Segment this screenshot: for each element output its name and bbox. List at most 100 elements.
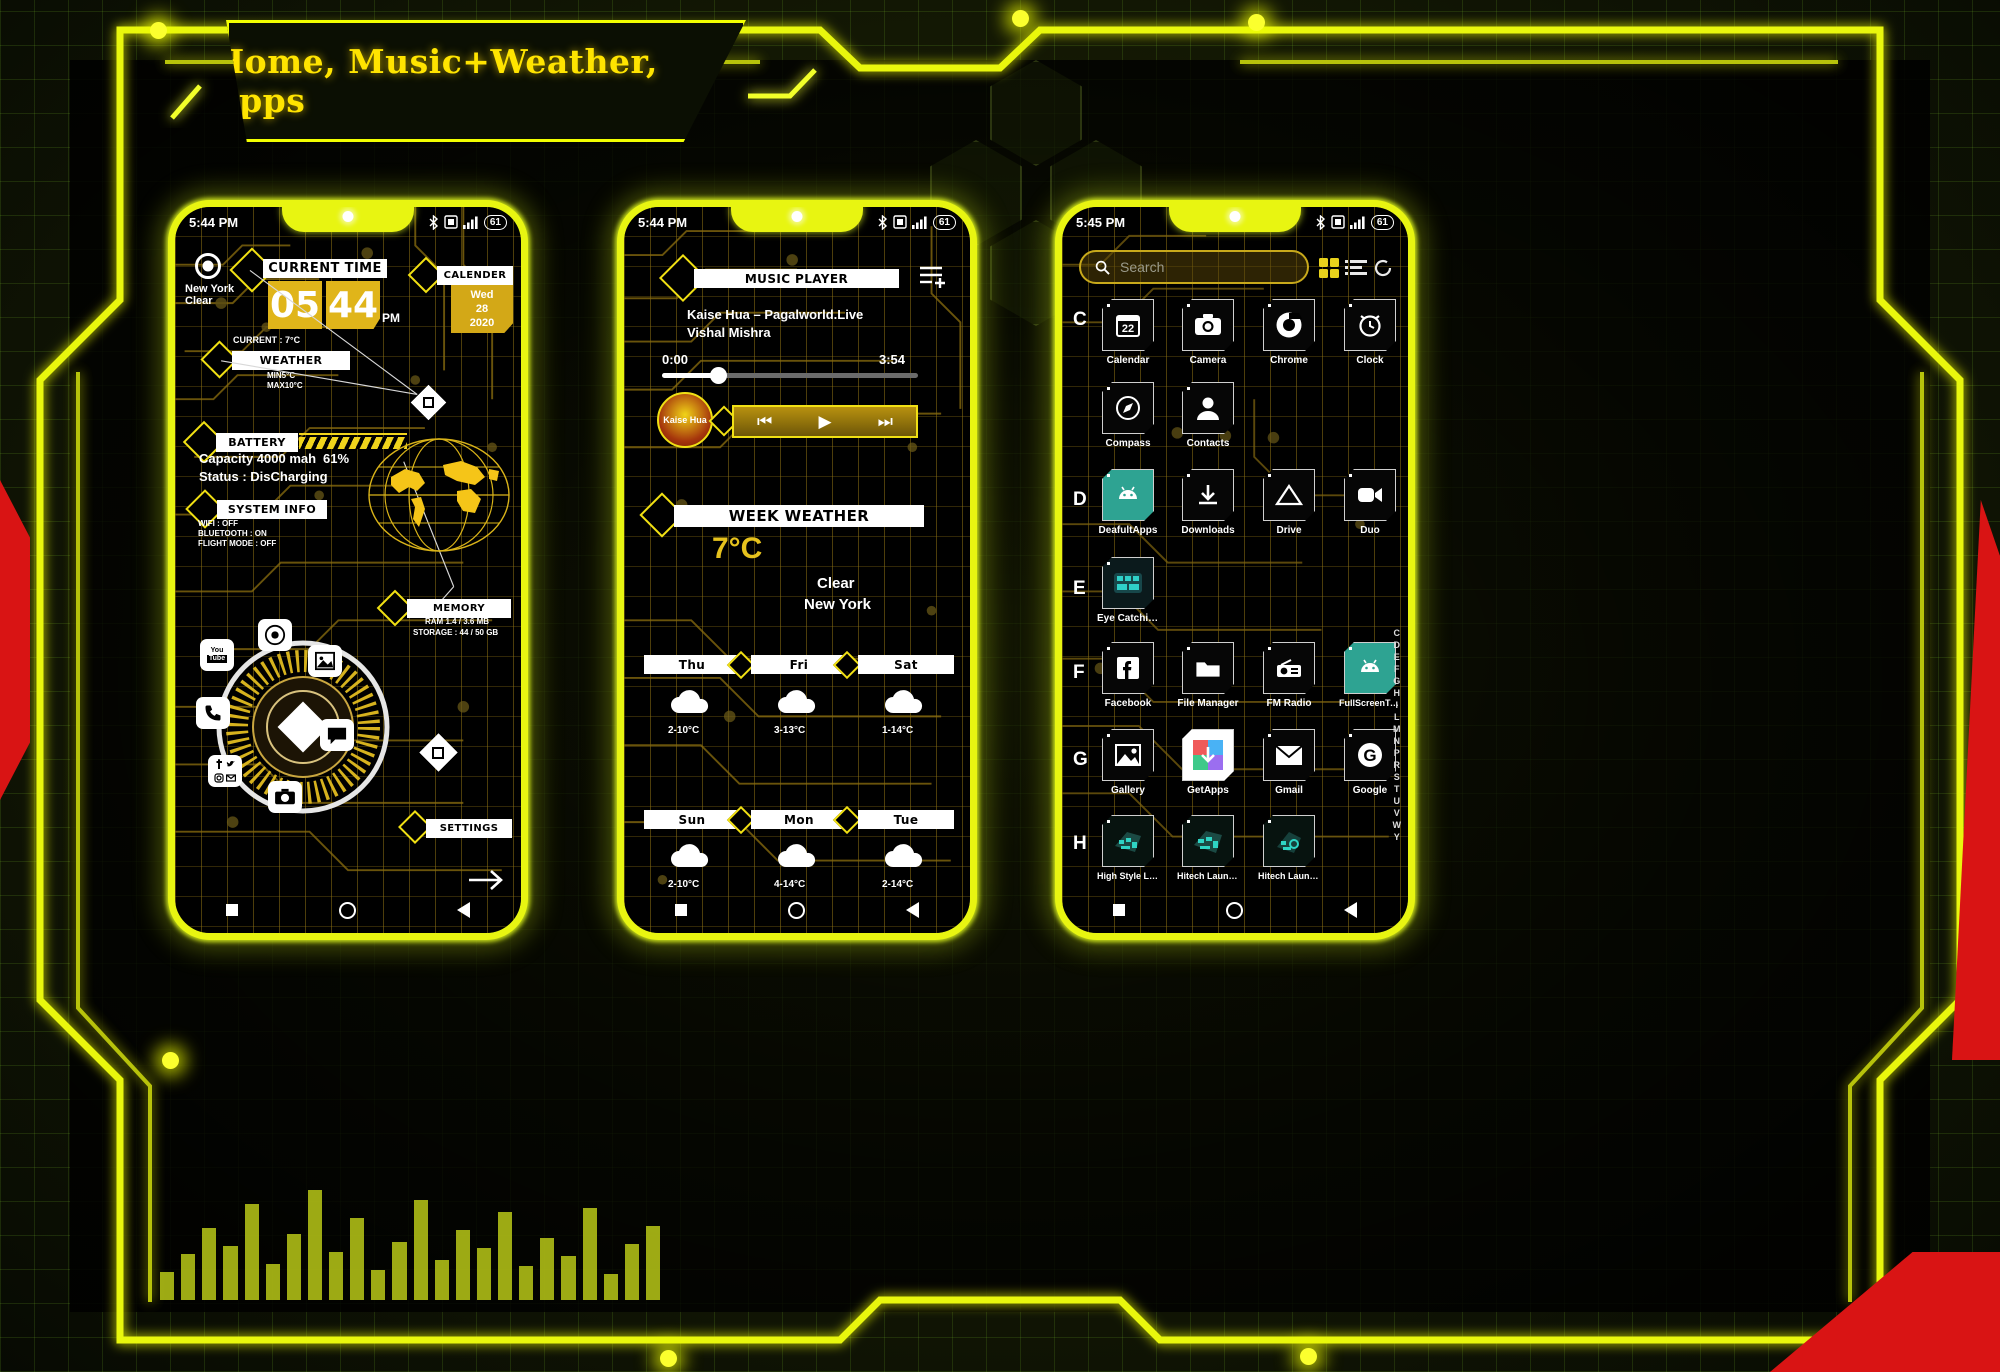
search-input[interactable]: Search — [1079, 250, 1309, 284]
app-item-calendar[interactable]: 22 Calendar — [1097, 299, 1159, 366]
week-weather-city: New York — [804, 596, 871, 613]
player-controls[interactable]: ⏮ ▶ ⏭ — [732, 405, 918, 438]
alphabet-index-letter[interactable]: S — [1394, 771, 1400, 783]
navigation-bar[interactable] — [624, 893, 970, 927]
alphabet-index-letter[interactable]: E — [1394, 651, 1400, 663]
app-label: Facebook — [1104, 698, 1152, 709]
navigation-bar[interactable] — [175, 893, 521, 927]
chrome-icon — [1263, 299, 1315, 351]
recents-button[interactable] — [1112, 904, 1125, 916]
home-button[interactable] — [338, 901, 356, 919]
alphabet-index-letter[interactable]: V — [1394, 807, 1400, 819]
app-item-compass[interactable]: Compass — [1097, 382, 1159, 449]
playlist-add-icon[interactable] — [918, 263, 950, 289]
alphabet-index-letter[interactable]: I — [1395, 699, 1398, 711]
dock-item-phone[interactable] — [196, 697, 230, 729]
alphabet-index-letter[interactable]: W — [1393, 819, 1402, 831]
alphabet-index-letter[interactable]: P — [1394, 747, 1400, 759]
globe-graphic — [368, 438, 510, 552]
forecast-range: 2-14°C — [882, 879, 914, 890]
chrome-icon — [264, 624, 286, 646]
battery-indicator: 61 — [932, 214, 956, 230]
app-item-gmail[interactable]: Gmail — [1258, 729, 1320, 796]
section-letter-f: F — [1073, 662, 1085, 683]
home-button[interactable] — [787, 901, 805, 919]
app-item-clock[interactable]: Clock — [1339, 299, 1401, 366]
seek-handle[interactable] — [710, 367, 727, 384]
app-label: High Style La... — [1097, 871, 1159, 881]
signal-icon — [462, 216, 478, 229]
svg-text:G: G — [1363, 746, 1376, 765]
previous-button[interactable]: ⏮ — [757, 412, 772, 432]
glow-dot — [162, 1052, 179, 1069]
track-duration: 3:54 — [879, 352, 906, 367]
dock-item-social[interactable] — [208, 755, 242, 787]
list-view-icon[interactable] — [1345, 259, 1367, 277]
dock-item-messages[interactable] — [320, 719, 354, 751]
alphabet-index-letter[interactable]: C — [1394, 627, 1401, 639]
alphabet-index-letter[interactable]: R — [1394, 759, 1401, 771]
alphabet-index-letter[interactable]: G — [1393, 675, 1400, 687]
phone-home-screen[interactable]: 5:44 PM 61 New York Clear CURRENT TIME 0… — [168, 200, 528, 940]
contacts-icon — [1182, 382, 1234, 434]
grid-view-icon[interactable] — [1318, 257, 1340, 279]
recents-button[interactable] — [674, 904, 687, 916]
app-item-contacts[interactable]: Contacts — [1177, 382, 1239, 449]
app-item-hitech-launcher-1[interactable]: Hitech Launc... — [1177, 815, 1239, 881]
app-item-facebook[interactable]: Facebook — [1097, 642, 1159, 709]
dock-item-gallery[interactable] — [308, 645, 342, 677]
alphabet-index-letter[interactable]: L — [1394, 711, 1400, 723]
alphabet-index-letter[interactable]: M — [1393, 723, 1401, 735]
alphabet-index-letter[interactable]: Y — [1394, 831, 1400, 843]
app-item-downloads[interactable]: Downloads — [1177, 469, 1239, 536]
app-item-camera[interactable]: Camera — [1177, 299, 1239, 366]
dock-item-youtube[interactable]: You Tube — [200, 639, 234, 671]
system-info-flight: FLIGHT MODE : OFF — [198, 539, 277, 548]
app-item-file-manager[interactable]: File Manager — [1177, 642, 1239, 709]
back-button[interactable] — [457, 902, 471, 918]
status-time: 5:45 PM — [1076, 214, 1126, 230]
alphabet-index[interactable]: C D E F G H I L M N P R S T U V W Y — [1393, 627, 1402, 843]
app-item-high-style-launcher[interactable]: High Style La... — [1097, 815, 1159, 881]
navigation-bar[interactable] — [1062, 893, 1408, 927]
eye-catching-icon — [1102, 557, 1154, 609]
next-button[interactable]: ⏭ — [878, 412, 893, 432]
app-item-drive[interactable]: Drive — [1258, 469, 1320, 536]
back-button[interactable] — [1344, 902, 1358, 918]
dock-item-camera[interactable] — [268, 781, 302, 813]
alphabet-index-letter[interactable]: U — [1394, 795, 1401, 807]
messages-icon — [327, 727, 347, 745]
app-item-gallery[interactable]: Gallery — [1097, 729, 1159, 796]
back-button[interactable] — [906, 902, 920, 918]
home-button[interactable] — [1225, 901, 1243, 919]
alphabet-index-letter[interactable]: D — [1394, 639, 1401, 651]
app-item-deafultapps[interactable]: DeafultApps — [1097, 469, 1159, 536]
gmail-icon — [1263, 729, 1315, 781]
camera-icon — [1182, 299, 1234, 351]
app-item-chrome[interactable]: Chrome — [1258, 299, 1320, 366]
forecast-range: 1-14°C — [882, 725, 914, 736]
recents-button[interactable] — [225, 904, 238, 916]
settings-label[interactable]: SETTINGS — [426, 819, 512, 838]
alphabet-index-letter[interactable]: F — [1394, 663, 1400, 675]
app-item-fm-radio[interactable]: FM Radio — [1258, 642, 1320, 709]
phone-icon — [205, 705, 221, 721]
sim-icon — [1331, 215, 1345, 229]
facebook-icon — [216, 759, 222, 769]
refresh-icon[interactable] — [1372, 257, 1394, 279]
alphabet-index-letter[interactable]: H — [1394, 687, 1401, 699]
phone-music-weather-screen[interactable]: 5:44 PM 61 MUSIC PLAYER Kaise Hua – Paga… — [617, 200, 977, 940]
app-item-eye-catching[interactable]: Eye Catching ... — [1097, 557, 1159, 624]
arrow-right-icon[interactable] — [467, 867, 505, 893]
app-label: Eye Catching ... — [1097, 613, 1159, 624]
app-item-duo[interactable]: Duo — [1339, 469, 1401, 536]
phone-app-drawer-screen[interactable]: 5:45 PM 61 Search C D E F G H 22 Calenda… — [1055, 200, 1415, 940]
play-button[interactable]: ▶ — [818, 412, 831, 432]
dock-item-chrome[interactable] — [258, 619, 292, 651]
system-info-wifi: WIFI : OFF — [198, 519, 238, 528]
app-item-hitech-launcher-2[interactable]: Hitech Launc... — [1258, 815, 1320, 881]
alphabet-index-letter[interactable]: N — [1394, 735, 1401, 747]
app-item-getapps[interactable]: GetApps — [1177, 729, 1239, 796]
page-title-banner: Home, Music+Weather, Apps — [226, 20, 746, 142]
alphabet-index-letter[interactable]: T — [1394, 783, 1400, 795]
